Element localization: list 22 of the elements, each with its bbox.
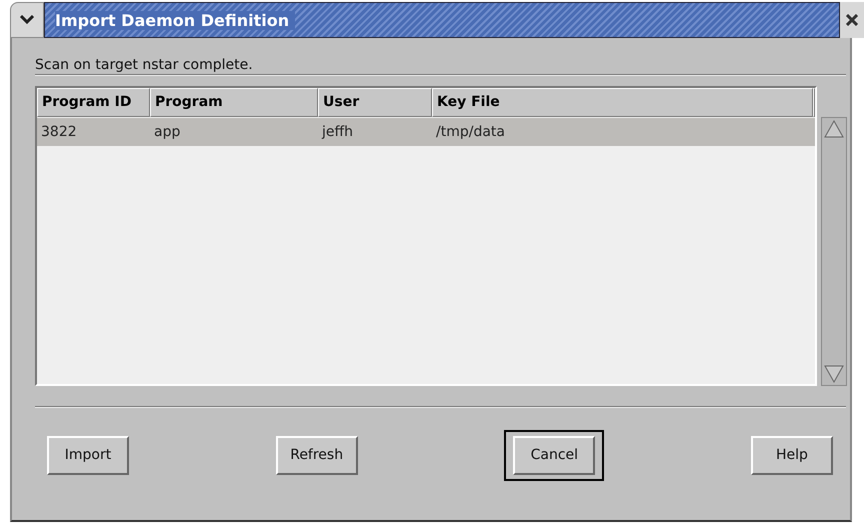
table-cell-text: app: [153, 124, 182, 140]
dialog-button[interactable]: Help: [750, 436, 833, 474]
column-header[interactable]: Program ID: [37, 88, 150, 117]
dialog-button[interactable]: Refresh: [276, 436, 358, 474]
scrollbar[interactable]: [821, 117, 847, 386]
chevron-down-icon: [20, 15, 34, 25]
column-header[interactable]: Program: [150, 88, 318, 117]
table-cell-text: /tmp/data: [435, 124, 506, 140]
window-title: Import Daemon Definition: [55, 10, 296, 30]
status-message: Scan on target nstar complete.: [35, 56, 254, 74]
close-icon: [846, 14, 858, 26]
table-cell-text: jeffh: [320, 124, 354, 140]
window-menu-button[interactable]: [10, 2, 44, 38]
table-cell-text: 3822: [40, 124, 78, 140]
dialog-button[interactable]: Import: [47, 436, 129, 474]
table-row[interactable]: 3822 app jeffh /tmp/data: [37, 118, 815, 146]
close-button[interactable]: [840, 2, 864, 38]
column-header[interactable]: Key File: [432, 88, 813, 117]
scroll-down-icon[interactable]: [822, 363, 846, 385]
column-header[interactable]: User: [318, 88, 432, 117]
scroll-up-icon[interactable]: [822, 118, 846, 140]
dialog-button[interactable]: Cancel: [513, 436, 596, 474]
